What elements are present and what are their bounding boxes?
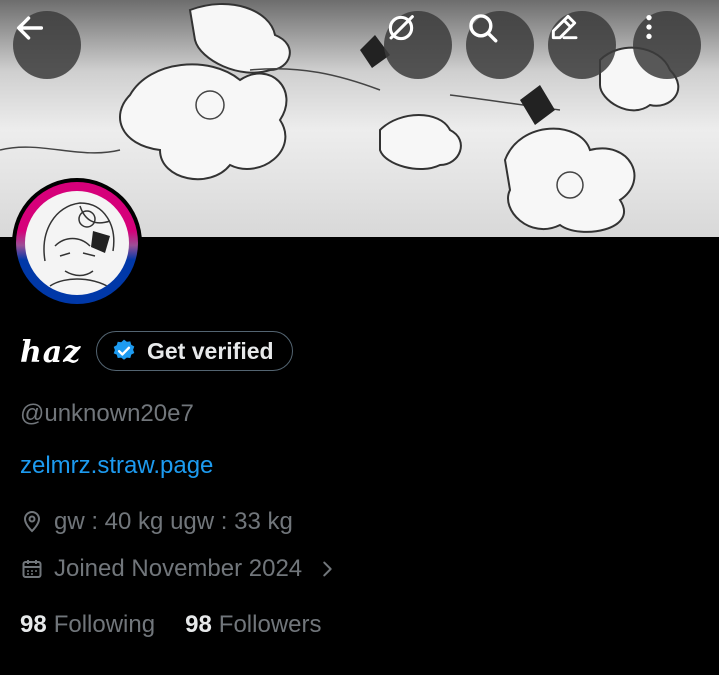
arrow-left-icon: [16, 16, 44, 40]
slashed-circle-icon: [388, 15, 414, 41]
website-link[interactable]: zelmrz.straw.page: [20, 452, 213, 480]
followers-link[interactable]: 98 Followers: [185, 611, 321, 639]
avatar-border: [16, 182, 138, 304]
followers-label: Followers: [218, 611, 322, 638]
more-vertical-icon: [646, 15, 652, 39]
chevron-right-icon: [323, 561, 332, 577]
following-label: Following: [53, 611, 156, 638]
location-pin-icon: [23, 511, 41, 533]
search-button[interactable]: [466, 11, 534, 79]
followers-count: 98: [185, 611, 212, 638]
following-link[interactable]: 98 Following: [20, 611, 155, 639]
search-icon: [469, 14, 498, 43]
get-verified-button[interactable]: Get verified: [96, 331, 293, 371]
avatar[interactable]: [12, 178, 142, 308]
location-row: gw : 40 kg ugw : 33 kg: [20, 508, 293, 536]
calendar-icon: [22, 560, 42, 578]
verified-badge-icon: [113, 339, 135, 360]
follow-stats: 98 Following 98 Followers: [20, 611, 322, 639]
pencil-icon: [551, 14, 578, 40]
joined-date-row[interactable]: Joined November 2024: [20, 555, 338, 583]
get-verified-label: Get verified: [147, 337, 274, 364]
avatar-image: [25, 191, 129, 295]
location-text: gw : 40 kg ugw : 33 kg: [54, 508, 293, 535]
username-handle: @unknown20e7: [20, 400, 194, 427]
more-options-button[interactable]: [633, 11, 701, 79]
following-count: 98: [20, 611, 47, 638]
edit-profile-button[interactable]: [548, 11, 616, 79]
grok-button[interactable]: [384, 11, 452, 79]
display-name: haz: [20, 335, 82, 370]
joined-date-text: Joined November 2024: [54, 555, 303, 582]
back-button[interactable]: [13, 11, 81, 79]
